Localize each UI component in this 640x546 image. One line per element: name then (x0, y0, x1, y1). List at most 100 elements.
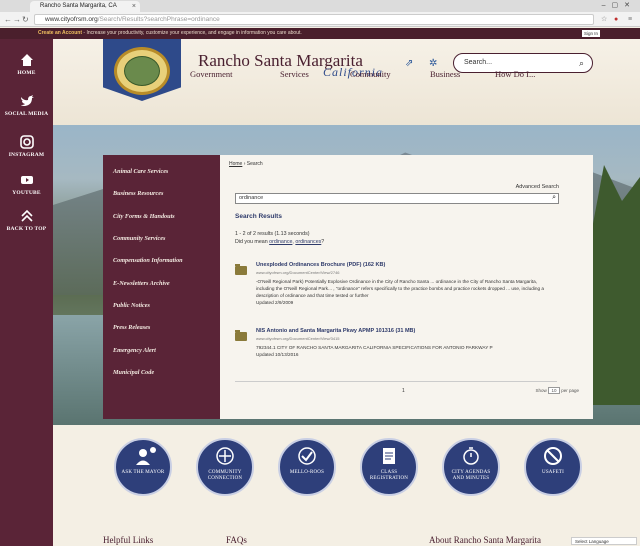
address-bar[interactable]: www.cityofrsm.org/Search/Results?searchP… (34, 14, 594, 25)
left-quick-sidebar: HOME SOCIAL MEDIA INSTAGRAM YOUTUBE BACK… (0, 39, 53, 546)
per-page-control: Show 10 per page (535, 387, 579, 395)
sidebar-label: HOME (17, 70, 36, 76)
menu-icon[interactable]: ≡ (628, 14, 632, 25)
quicklink-city-agendas[interactable]: CITY AGENDAS AND MINUTES (442, 438, 500, 496)
per-page-suffix: per page (561, 388, 579, 393)
user-speech-icon (136, 447, 156, 465)
quicklink-label: CITY AGENDAS AND MINUTES (451, 470, 491, 481)
leftnav-item[interactable]: E-Newsletters Archive (113, 280, 170, 287)
nav-how-do-i[interactable]: How Do I... (495, 69, 535, 79)
results-search-input[interactable]: ordinance ⌕ (235, 193, 559, 204)
connection-icon (216, 447, 234, 465)
footer-about[interactable]: About Rancho Santa Margarita (429, 535, 541, 545)
gear-icon[interactable]: ✲ (429, 58, 437, 69)
main-navigation: Government Services Community Business H… (190, 69, 610, 83)
sidebar-item-home[interactable]: HOME (0, 53, 53, 76)
per-page-label: Show (535, 388, 547, 393)
seal-mountains-icon (124, 56, 160, 86)
browser-toolbar: ← → ↻ www.cityofrsm.org/Search/Results?s… (0, 12, 640, 27)
per-page-select[interactable]: 10 (547, 387, 560, 394)
quicklink-community-connection[interactable]: COMMUNITY CONNECTION (196, 438, 254, 496)
share-icon[interactable]: ⇗ (405, 58, 413, 69)
search-results-panel: Home › Search Advanced Search ordinance ⌕… (220, 155, 593, 419)
pinterest-icon[interactable]: ● (614, 14, 618, 25)
document-icon (383, 448, 395, 464)
city-logo[interactable] (103, 39, 181, 101)
quicklink-usafeti[interactable]: USAFETI (524, 438, 582, 496)
window-controls[interactable]: –▢✕ (602, 0, 636, 11)
advanced-search-link[interactable]: Advanced Search (516, 184, 559, 190)
folder-icon (235, 264, 247, 275)
promo-bar: Create an Account - Increase your produc… (0, 28, 640, 39)
footer-faqs[interactable]: FAQs (226, 535, 247, 545)
result-url[interactable]: www.cityofrsm.org/DocumentCenter/View/34… (256, 336, 340, 341)
leftnav-item[interactable]: Community Services (113, 235, 165, 242)
instagram-icon (19, 135, 34, 149)
result-snippet: -O'Neill Regional Park) Potentially Expl… (256, 279, 544, 298)
leftnav-item[interactable]: Business Resources (113, 190, 163, 197)
quicklink-label: ASK THE MAYOR (121, 470, 165, 475)
city-seal-icon (114, 47, 170, 95)
result-title[interactable]: NIS Antonio and Santa Margarita Pkwy APM… (256, 328, 415, 334)
page-number[interactable]: 1 (402, 388, 405, 394)
url-domain: www.cityofrsm.org (45, 16, 98, 23)
sidebar-label: YOUTUBE (12, 190, 41, 196)
bookmark-star-icon[interactable]: ☆ (601, 14, 607, 25)
no-icon (544, 447, 562, 465)
youtube-icon (20, 176, 33, 184)
quicklink-class-registration[interactable]: CLASS REGISTRATION (360, 438, 418, 496)
quicklink-ask-the-mayor[interactable]: ASK THE MAYOR (114, 438, 172, 496)
stopwatch-icon (463, 447, 479, 465)
leftnav-item[interactable]: Compensation Information (113, 257, 183, 264)
folder-icon (235, 330, 247, 341)
leftnav-item[interactable]: Municipal Code (113, 369, 154, 376)
home-icon (20, 54, 33, 66)
back-icon[interactable]: ← (4, 14, 12, 25)
url-path: /Search/Results?searchPhrase=ordinance (97, 16, 220, 23)
tab-title: Rancho Santa Margarita, CA (40, 3, 117, 9)
did-you-mean: Did you mean ordinance, ordinances? (235, 239, 324, 245)
section-left-nav: Animal Care Services Business Resources … (103, 155, 220, 419)
sidebar-item-youtube[interactable]: YOUTUBE (0, 173, 53, 196)
breadcrumb-home[interactable]: Home (229, 161, 242, 167)
translate-select[interactable]: Select Language (571, 537, 637, 545)
forward-icon[interactable]: → (13, 14, 21, 25)
did-you-mean-suffix: ? (321, 239, 325, 245)
suggestion-link[interactable]: ordinance (269, 239, 292, 245)
browser-tab[interactable]: Rancho Santa Margarita, CA × (30, 1, 140, 12)
reload-icon[interactable]: ↻ (22, 14, 29, 25)
result-title[interactable]: Unexploded Ordinances Brochure (PDF) (16… (256, 262, 385, 268)
nav-business[interactable]: Business (430, 69, 460, 79)
sidebar-item-back-to-top[interactable]: BACK TO TOP (0, 209, 53, 232)
leftnav-item[interactable]: Press Releases (113, 324, 150, 331)
leftnav-item[interactable]: City Forms & Handouts (113, 213, 175, 220)
create-account-link[interactable]: Create an Account (38, 30, 82, 36)
nav-community[interactable]: Community (350, 69, 391, 79)
nav-services[interactable]: Services (280, 69, 309, 79)
leftnav-item[interactable]: Animal Care Services (113, 168, 168, 175)
sign-in-button[interactable]: Sign In (582, 30, 600, 37)
divider (235, 381, 557, 382)
quicklink-mello-roos[interactable]: MELLO-ROOS (278, 438, 336, 496)
sidebar-item-social-media[interactable]: SOCIAL MEDIA (0, 94, 53, 117)
nav-government[interactable]: Government (190, 69, 233, 79)
quicklink-label: COMMUNITY CONNECTION (207, 470, 243, 481)
sidebar-label: BACK TO TOP (6, 226, 47, 232)
result-url[interactable]: www.cityofrsm.org/DocumentCenter/View/27… (256, 270, 340, 275)
leftnav-item[interactable]: Emergency Alert (113, 347, 156, 354)
close-tab-icon[interactable]: × (132, 1, 136, 12)
leftnav-item[interactable]: Public Notices (113, 302, 150, 309)
sidebar-item-instagram[interactable]: INSTAGRAM (0, 135, 53, 158)
twitter-icon (20, 95, 34, 106)
results-heading: Search Results (235, 213, 282, 220)
breadcrumb: Home › Search (229, 161, 263, 167)
result-description: -O'Neill Regional Park) Potentially Expl… (256, 278, 556, 306)
quicklink-label: MELLO-ROOS (289, 470, 325, 475)
sidebar-label: SOCIAL MEDIA (4, 111, 49, 117)
sidebar-label: INSTAGRAM (8, 152, 45, 158)
footer-helpful-links[interactable]: Helpful Links (103, 535, 153, 545)
search-icon[interactable]: ⌕ (552, 193, 556, 202)
checkmark-icon (298, 447, 316, 465)
result-updated: Updated 2/9/2009 (256, 300, 294, 305)
suggestion-link[interactable]: ordinances (295, 239, 321, 245)
